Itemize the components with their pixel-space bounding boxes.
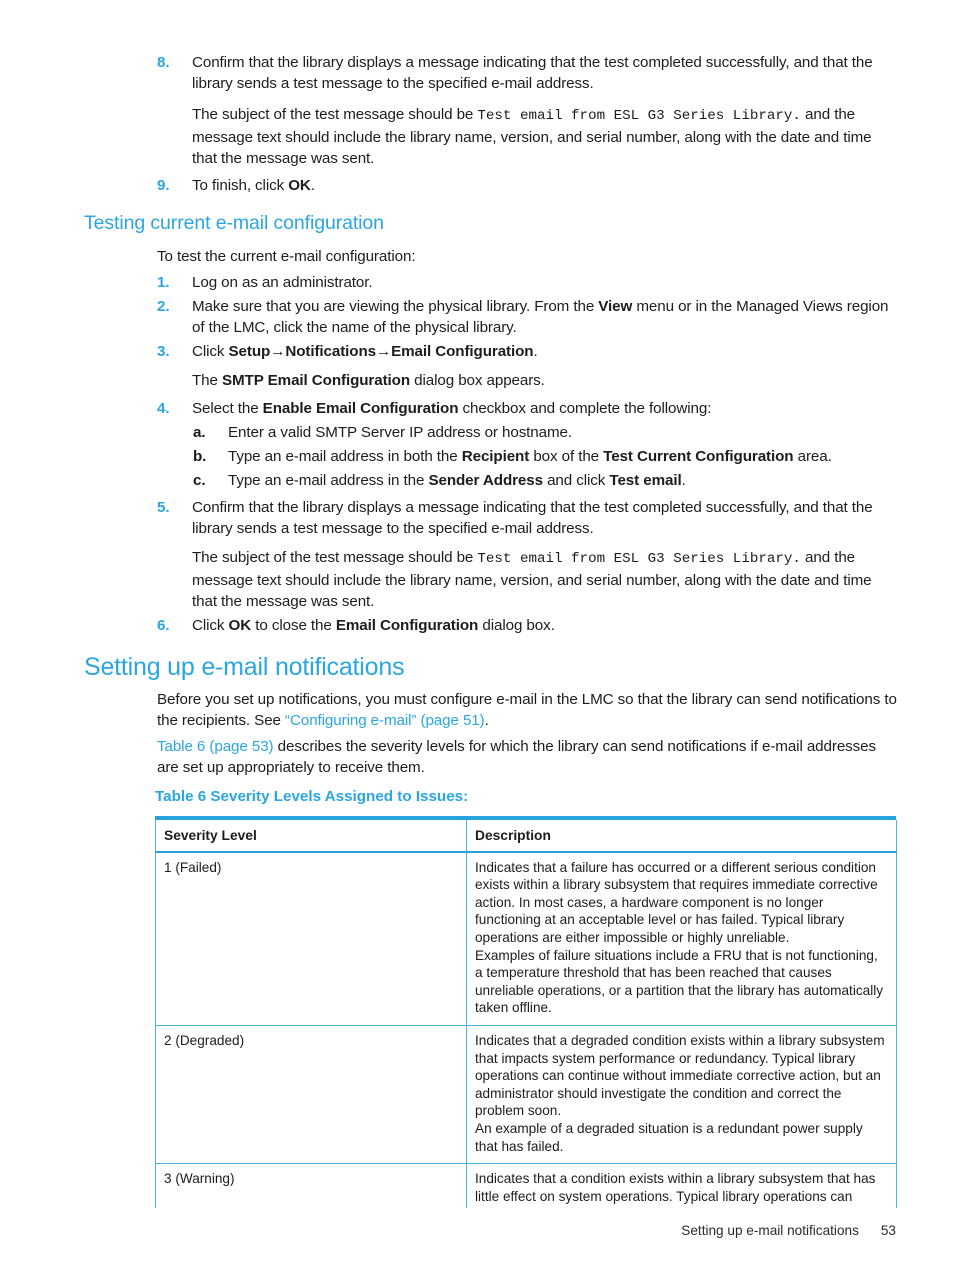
table-row: 2 (Degraded) Indicates that a degraded c…	[155, 1025, 897, 1165]
list-marker: 2.	[157, 298, 170, 315]
footer-section-title: Setting up e-mail notifications	[681, 1223, 859, 1238]
text-part: area.	[793, 448, 832, 465]
list-marker: 6.	[157, 617, 170, 634]
notifications-paragraph-2: Table 6 (page 53) describes the severity…	[157, 736, 897, 778]
area-test-current-configuration: Test Current Configuration	[603, 448, 794, 465]
text-part: dialog box.	[478, 617, 555, 634]
list-item-text: To finish, click OK.	[192, 175, 897, 196]
list-marker: 4.	[157, 400, 170, 417]
arrow-icon: →	[270, 343, 286, 360]
severity-levels-table: Severity Level Description 1 (Failed) In…	[155, 820, 897, 1208]
button-ok: OK	[228, 617, 252, 634]
list-item-text: Confirm that the library displays a mess…	[192, 54, 873, 93]
sub-list-item-text: Type an e-mail address in both the Recip…	[228, 446, 897, 467]
text-part: checkbox and complete the following:	[458, 400, 712, 417]
list-item-text: Click OK to close the Email Configuratio…	[192, 615, 897, 636]
arrow-icon: →	[376, 343, 392, 360]
text-part: The	[192, 372, 222, 389]
step-note: The subject of the test message should b…	[192, 104, 897, 170]
text-part: dialog box appears.	[410, 372, 545, 389]
text-part: box of the	[529, 448, 604, 465]
button-test-email: Test email	[609, 472, 682, 489]
text-part: and click	[542, 472, 610, 489]
cell-description: Indicates that a condition exists within…	[466, 1163, 897, 1208]
dialog-name: SMTP Email Configuration	[222, 372, 411, 389]
table-row: 3 (Warning) Indicates that a condition e…	[155, 1163, 897, 1208]
table-caption: Table 6 Severity Levels Assigned to Issu…	[155, 788, 469, 805]
note-mono: Test email from ESL G3 Series Library.	[477, 108, 801, 124]
text-part: to close the	[251, 617, 336, 634]
list-item-text: Log on as an administrator.	[192, 274, 373, 291]
text-part: .	[484, 712, 489, 730]
note-mono: Test email from ESL G3 Series Library.	[477, 551, 801, 567]
text-after: .	[310, 177, 315, 194]
text-part: Select the	[192, 400, 263, 417]
list-item-text: Select the Enable Email Configuration ch…	[192, 398, 897, 419]
list-item-text: Click Setup→Notifications→Email Configur…	[192, 341, 897, 362]
sub-list-marker: a.	[193, 424, 206, 441]
field-sender-address: Sender Address	[428, 472, 543, 489]
menu-setup: Setup	[228, 343, 271, 360]
table-row: 1 (Failed) Indicates that a failure has …	[155, 851, 897, 1026]
sub-list-item-text: Type an e-mail address in the Sender Add…	[228, 470, 897, 491]
menu-notifications: Notifications	[285, 343, 376, 360]
description-paragraph: Indicates that a degraded condition exis…	[475, 1032, 885, 1119]
list-marker: 3.	[157, 343, 170, 360]
column-header-severity-level: Severity Level	[155, 820, 467, 853]
bold-term: View	[598, 298, 633, 315]
footer-page-number: 53	[880, 1223, 896, 1238]
list-marker: 1.	[157, 274, 170, 291]
section-intro: To test the current e-mail configuration…	[157, 248, 416, 265]
list-item-text: Make sure that you are viewing the physi…	[192, 296, 897, 338]
severity-levels-table-wrapper: Severity Level Description 1 (Failed) In…	[155, 816, 898, 1208]
dialog-name: Email Configuration	[335, 617, 479, 634]
note-lead: The subject of the test message should b…	[192, 106, 478, 123]
field-recipient: Recipient	[461, 448, 530, 465]
list-item-text: Confirm that the library displays a mess…	[192, 499, 873, 538]
sub-list-marker: b.	[193, 448, 207, 465]
section-heading-notifications: Setting up e-mail notifications	[84, 653, 405, 681]
list-marker: 8.	[157, 54, 170, 71]
list-marker: 9.	[157, 177, 170, 194]
sub-list-item-text: Enter a valid SMTP Server IP address or …	[228, 424, 573, 441]
text-part: Type an e-mail address in the	[228, 472, 429, 489]
page-footer: Setting up e-mail notifications 53	[681, 1222, 896, 1240]
text-before: To finish, click	[192, 177, 289, 194]
description-paragraph: An example of a degraded situation is a …	[475, 1120, 863, 1154]
cell-description: Indicates that a degraded condition exis…	[466, 1025, 897, 1165]
text-part: Click	[192, 617, 229, 634]
notifications-paragraph-1: Before you set up notifications, you mus…	[157, 689, 897, 731]
list-marker: 5.	[157, 499, 170, 516]
checkbox-label: Enable Email Configuration	[262, 400, 459, 417]
table-header-row: Severity Level Description	[155, 820, 897, 853]
document-page: 8. Confirm that the library displays a m…	[0, 0, 954, 1271]
cell-severity-level: 3 (Warning)	[155, 1163, 467, 1208]
link-table-6[interactable]: Table 6 (page 53)	[157, 738, 274, 755]
bold-term: OK	[288, 177, 311, 194]
description-paragraph: Examples of failure situations include a…	[475, 947, 884, 1016]
text-part: .	[681, 472, 686, 489]
sub-list-marker: c.	[193, 472, 206, 489]
menu-email-configuration: Email Configuration	[391, 343, 534, 360]
link-configuring-email[interactable]: “Configuring e-mail” (page 51)	[285, 712, 485, 729]
step-note: The SMTP Email Configuration dialog box …	[192, 370, 897, 391]
text-part: Make sure that you are viewing the physi…	[192, 298, 599, 315]
text-part: .	[533, 343, 538, 360]
cell-severity-level: 2 (Degraded)	[155, 1025, 467, 1165]
section-heading-testing: Testing current e-mail configuration	[84, 212, 384, 234]
text-part: Click	[192, 343, 229, 360]
column-header-description: Description	[466, 820, 897, 853]
description-paragraph: Indicates that a condition exists within…	[475, 1171, 876, 1208]
note-lead: The subject of the test message should b…	[192, 549, 478, 566]
text-part: Type an e-mail address in both the	[228, 448, 462, 465]
cell-description: Indicates that a failure has occurred or…	[466, 851, 897, 1026]
description-paragraph: Indicates that a failure has occurred or…	[475, 859, 878, 945]
step-note: The subject of the test message should b…	[192, 547, 897, 613]
text-part: Before you set up notifications, you mus…	[157, 691, 897, 730]
cell-severity-level: 1 (Failed)	[155, 851, 467, 1026]
